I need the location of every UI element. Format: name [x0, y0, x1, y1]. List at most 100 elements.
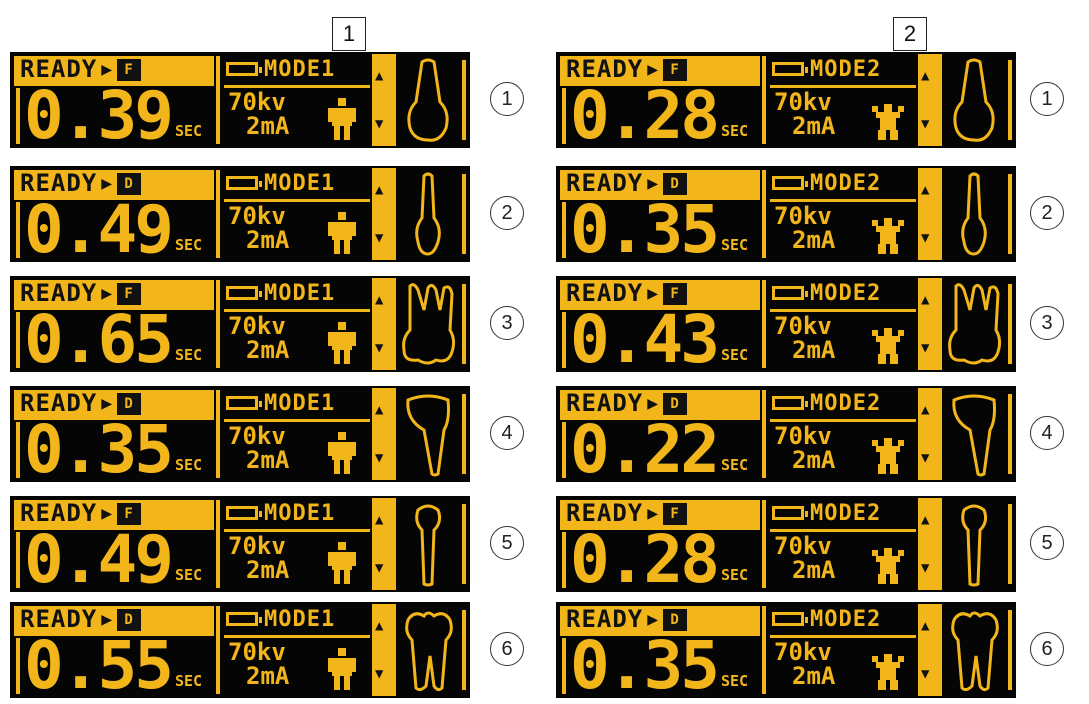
kv-value: 70kv — [228, 88, 286, 116]
divider — [216, 170, 220, 258]
mode-label: MODE2 — [810, 390, 882, 416]
mode-indicator: MODE1 — [226, 170, 335, 196]
divider — [762, 170, 766, 258]
scroll-control[interactable]: ▲ ▼ — [372, 278, 396, 370]
divider — [16, 202, 20, 258]
battery-icon — [772, 506, 808, 520]
exposure-time-value: 0.49 — [24, 191, 174, 268]
mode-indicator: MODE2 — [772, 500, 881, 526]
scroll-control[interactable]: ▲ ▼ — [918, 604, 942, 696]
mode-label: MODE2 — [810, 500, 882, 526]
exposure-time-unit: SEC — [720, 456, 749, 474]
exposure-time-value: 0.49 — [24, 521, 174, 598]
up-arrow-icon[interactable]: ▲ — [921, 182, 929, 198]
up-arrow-icon[interactable]: ▲ — [921, 512, 929, 528]
up-arrow-icon[interactable]: ▲ — [921, 68, 929, 84]
down-arrow-icon[interactable]: ▼ — [375, 230, 383, 246]
exposure-time: 0.39 SEC — [16, 83, 203, 149]
exposure-time: 0.28 SEC — [562, 77, 749, 154]
ma-value: 2mA — [792, 336, 836, 364]
down-arrow-icon[interactable]: ▼ — [375, 450, 383, 466]
divider — [762, 390, 766, 478]
exposure-time: 0.35 SEC — [16, 411, 202, 488]
exposure-time-unit: SEC — [174, 122, 203, 140]
up-arrow-icon[interactable]: ▲ — [375, 182, 383, 198]
down-arrow-icon[interactable]: ▼ — [921, 560, 929, 576]
up-arrow-icon[interactable]: ▲ — [921, 402, 929, 418]
exposure-time-unit: SEC — [720, 346, 749, 364]
down-arrow-icon[interactable]: ▼ — [921, 116, 929, 132]
scroll-control[interactable]: ▲ ▼ — [372, 604, 396, 696]
down-arrow-icon[interactable]: ▼ — [375, 666, 383, 682]
down-arrow-icon[interactable]: ▼ — [375, 560, 383, 576]
scroll-control[interactable]: ▲ ▼ — [372, 498, 396, 590]
exposure-time-value: 0.35 — [24, 411, 174, 488]
battery-icon — [226, 286, 262, 300]
row-number: 4 — [1030, 416, 1064, 450]
down-arrow-icon[interactable]: ▼ — [375, 116, 383, 132]
scroll-control[interactable]: ▲ ▼ — [372, 388, 396, 480]
exposure-time-value: 0.28 — [570, 77, 720, 154]
mode-label: MODE1 — [264, 56, 336, 82]
up-arrow-icon[interactable]: ▲ — [921, 292, 929, 308]
exposure-time-unit: SEC — [720, 122, 749, 140]
premolar-tooth-icon — [961, 504, 988, 587]
lcd-panel: READY ▶ D 0.35 SEC MODE2 70kv 2mA ▲ ▼ — [556, 602, 1016, 699]
exposure-time-value: 0.28 — [570, 521, 720, 598]
lower-incisor-tooth-icon — [952, 394, 996, 477]
scroll-control[interactable]: ▲ ▼ — [372, 54, 396, 146]
exposure-time-unit: SEC — [720, 566, 749, 584]
down-arrow-icon[interactable]: ▼ — [375, 340, 383, 356]
up-arrow-icon[interactable]: ▲ — [375, 402, 383, 418]
kv-value: 70kv — [774, 88, 832, 116]
divider — [1008, 60, 1012, 140]
scroll-control[interactable]: ▲ ▼ — [918, 278, 942, 370]
exposure-time-value: 0.43 — [570, 301, 720, 378]
lcd-panel: READY ▶ D 0.22 SEC MODE2 70kv 2mA ▲ ▼ — [556, 386, 1016, 483]
divider — [462, 504, 466, 584]
mode-indicator: MODE2 — [772, 56, 881, 82]
ma-value: 2mA — [246, 556, 290, 584]
up-arrow-icon[interactable]: ▲ — [921, 618, 929, 634]
exposure-time-value: 0.35 — [570, 191, 720, 268]
scroll-control[interactable]: ▲ ▼ — [918, 498, 942, 590]
down-arrow-icon[interactable]: ▼ — [921, 340, 929, 356]
scroll-control[interactable]: ▲ ▼ — [918, 388, 942, 480]
up-arrow-icon[interactable]: ▲ — [375, 618, 383, 634]
adult-icon — [328, 98, 356, 140]
lcd-panel: READY ▶ F 0.28 SEC MODE2 70kv 2mA ▲ ▼ — [556, 496, 1016, 598]
scroll-control[interactable]: ▲ ▼ — [918, 168, 942, 260]
kv-value: 70kv — [228, 312, 286, 340]
kv-value: 70kv — [774, 638, 832, 666]
mode-indicator: MODE1 — [226, 390, 335, 416]
up-arrow-icon[interactable]: ▲ — [375, 68, 383, 84]
exposure-time: 0.35 SEC — [562, 191, 749, 268]
ma-value: 2mA — [792, 446, 836, 474]
divider — [1008, 504, 1012, 584]
divider — [462, 394, 466, 474]
exposure-time-unit: SEC — [720, 236, 749, 254]
upper-molar-tooth-icon — [402, 283, 456, 365]
scroll-control[interactable]: ▲ ▼ — [918, 54, 942, 146]
up-arrow-icon[interactable]: ▲ — [375, 292, 383, 308]
row-number: 5 — [1030, 526, 1064, 560]
battery-icon — [772, 176, 808, 190]
mode-label: MODE2 — [810, 170, 882, 196]
divider — [216, 280, 220, 368]
battery-icon — [772, 62, 808, 76]
down-arrow-icon[interactable]: ▼ — [921, 230, 929, 246]
up-arrow-icon[interactable]: ▲ — [375, 512, 383, 528]
exposure-time: 0.49 SEC — [16, 521, 202, 598]
scroll-control[interactable]: ▲ ▼ — [372, 168, 396, 260]
divider — [462, 284, 466, 364]
lcd-panel: READY ▶ D 0.55 SEC MODE1 70kv 2mA ▲ ▼ — [10, 602, 470, 699]
kv-value: 70kv — [774, 532, 832, 560]
child-icon — [872, 654, 904, 690]
ma-value: 2mA — [246, 662, 290, 690]
lcd-panel: READY ▶ F 0.65 SEC MODE1 70kv 2mA ▲ ▼ — [10, 276, 470, 373]
down-arrow-icon[interactable]: ▼ — [921, 666, 929, 682]
divider — [562, 422, 566, 478]
child-icon — [872, 438, 904, 474]
mode-label: MODE1 — [264, 170, 336, 196]
down-arrow-icon[interactable]: ▼ — [921, 450, 929, 466]
